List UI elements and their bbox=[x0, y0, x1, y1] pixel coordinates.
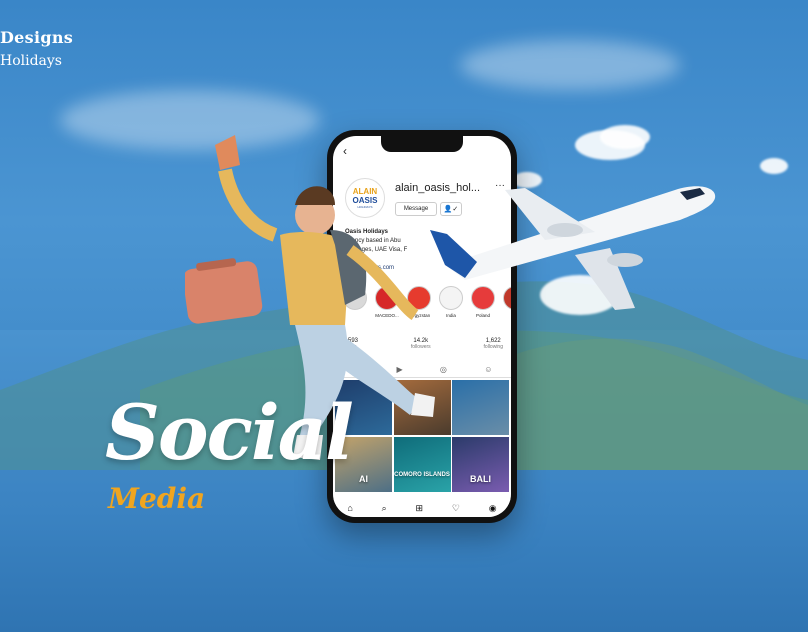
search-icon[interactable]: ⌕ bbox=[382, 503, 387, 514]
headline-social: Social bbox=[105, 388, 354, 477]
add-post-icon[interactable]: ⊞ bbox=[415, 503, 423, 514]
brand-line2: Holidays bbox=[0, 53, 62, 69]
stat-2[interactable]: 1,622 following bbox=[484, 338, 503, 350]
post-thumbnail[interactable] bbox=[452, 380, 509, 435]
airplane-illustration bbox=[430, 186, 716, 310]
highlight-label: India bbox=[446, 313, 456, 318]
stat-label: following bbox=[483, 344, 503, 350]
brand-block: Designs Holidays bbox=[0, 28, 73, 69]
haze bbox=[460, 40, 680, 90]
home-icon[interactable]: ⌂ bbox=[347, 503, 352, 513]
post-caption: BALI bbox=[470, 473, 491, 484]
cloud bbox=[600, 125, 650, 149]
post-thumbnail[interactable]: BALI bbox=[452, 436, 509, 492]
brand-line1: Designs bbox=[0, 28, 74, 47]
headline-media: Media bbox=[108, 482, 206, 515]
profile-icon[interactable]: ◉ bbox=[489, 503, 497, 514]
phone-notch bbox=[381, 136, 463, 152]
bottom-navigation: ⌂ ⌕ ⊞ ♡ ◉ bbox=[333, 499, 511, 517]
highlight-label: Poland bbox=[475, 313, 490, 318]
cloud bbox=[760, 158, 788, 174]
heart-icon[interactable]: ♡ bbox=[452, 503, 460, 514]
tagged-tab-icon[interactable]: ☺ bbox=[484, 365, 492, 374]
